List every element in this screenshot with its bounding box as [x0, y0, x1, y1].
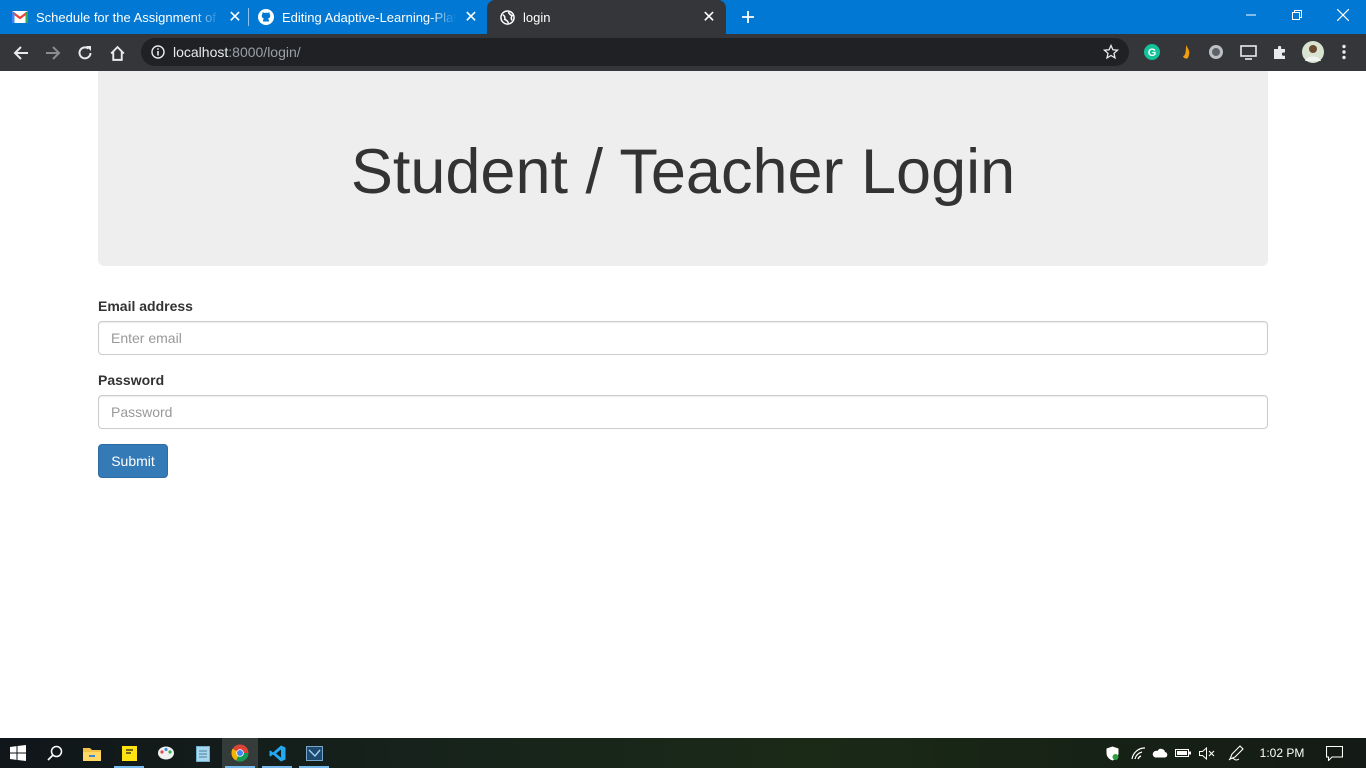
tab-github[interactable]: Editing Adaptive-Learning-Platfo ✕: [258, 0, 480, 34]
taskbar: 1:02 PM: [0, 738, 1366, 768]
close-icon: [1337, 9, 1349, 21]
chrome-icon[interactable]: [222, 738, 258, 768]
security-shield-icon[interactable]: [1103, 738, 1121, 768]
email-field[interactable]: [98, 321, 1268, 355]
file-explorer-icon[interactable]: [74, 738, 110, 768]
close-tab-icon[interactable]: ✕: [226, 8, 244, 26]
notepad-icon[interactable]: [185, 738, 221, 768]
paint-icon[interactable]: [148, 738, 184, 768]
minimize-button[interactable]: [1228, 0, 1274, 30]
reload-button[interactable]: [71, 39, 99, 67]
globe-icon: [499, 9, 515, 25]
arrow-left-icon: [13, 46, 28, 60]
restore-button[interactable]: [1274, 0, 1320, 30]
windows-start-icon[interactable]: [0, 738, 36, 768]
github-icon: [258, 9, 274, 25]
close-tab-icon[interactable]: ✕: [462, 8, 480, 26]
arrow-right-icon: [46, 46, 61, 60]
menu-kebab-icon[interactable]: [1335, 43, 1353, 61]
grammarly-extension-icon[interactable]: G: [1143, 43, 1161, 61]
home-button[interactable]: [103, 39, 131, 67]
info-icon[interactable]: [151, 45, 165, 59]
submit-button[interactable]: Submit: [98, 444, 168, 478]
tab-divider: [248, 8, 249, 26]
notification-center-icon[interactable]: [1322, 738, 1346, 768]
address-bar[interactable]: localhost:8000/login/: [141, 38, 1129, 66]
svg-text:G: G: [1148, 47, 1157, 59]
extension-circle-icon[interactable]: [1207, 43, 1225, 61]
forward-button[interactable]: [39, 39, 67, 67]
pen-workspace-icon[interactable]: [1226, 738, 1246, 768]
restore-icon: [1292, 10, 1302, 20]
back-button[interactable]: [7, 39, 35, 67]
page-title: Student / Teacher Login: [350, 136, 1016, 207]
vscode-icon[interactable]: [259, 738, 295, 768]
tab-title: Schedule for the Assignment of C: [36, 9, 220, 25]
sticky-notes-icon[interactable]: [111, 738, 147, 768]
cast-icon[interactable]: [1239, 43, 1257, 61]
gmail-icon: [12, 9, 28, 25]
search-icon[interactable]: [37, 738, 73, 768]
bookmark-star-icon[interactable]: [1103, 44, 1119, 60]
sql-icon[interactable]: [296, 738, 332, 768]
extensions-puzzle-icon[interactable]: [1271, 43, 1289, 61]
plus-icon: [742, 11, 754, 23]
volume-muted-icon[interactable]: [1198, 738, 1216, 768]
tab-gmail[interactable]: Schedule for the Assignment of C ✕: [12, 0, 244, 34]
close-window-button[interactable]: [1320, 0, 1366, 30]
tab-title: Editing Adaptive-Learning-Platfo: [282, 9, 456, 25]
browser-tabstrip: Schedule for the Assignment of C ✕ Editi…: [0, 0, 1366, 34]
browser-toolbar: localhost:8000/login/ G: [0, 34, 1366, 71]
url-path: :8000/login/: [228, 44, 301, 60]
wifi-icon[interactable]: [1129, 738, 1147, 768]
tab-login[interactable]: login ✕: [487, 0, 726, 34]
home-icon: [109, 45, 125, 61]
reload-icon: [78, 46, 92, 60]
avatar[interactable]: [1301, 40, 1325, 64]
onedrive-cloud-icon[interactable]: [1151, 738, 1169, 768]
password-field[interactable]: [98, 395, 1268, 429]
battery-icon[interactable]: [1174, 738, 1192, 768]
password-label: Password: [98, 372, 165, 388]
close-tab-icon[interactable]: ✕: [700, 8, 718, 26]
minimize-icon: [1246, 14, 1256, 16]
tab-title: login: [523, 9, 551, 25]
extension-flame-icon[interactable]: [1177, 43, 1195, 61]
taskbar-clock[interactable]: 1:02 PM: [1253, 738, 1311, 768]
new-tab-button[interactable]: [736, 6, 760, 28]
jumbotron: Student / Teacher Login: [98, 71, 1268, 266]
page-content: Student / Teacher Login Email address Pa…: [0, 71, 1366, 738]
url-host: localhost: [173, 44, 229, 60]
email-label: Email address: [98, 298, 193, 314]
